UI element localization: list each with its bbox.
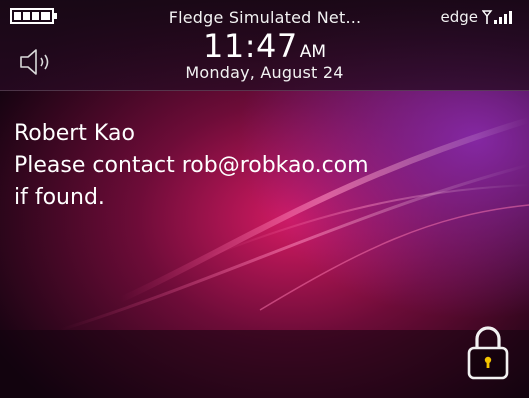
- battery-full-icon: [10, 8, 57, 24]
- lock-screen: Fledge Simulated Net... edge 11:47 AM Mon…: [0, 0, 529, 398]
- status-header: Fledge Simulated Net... edge 11:47 AM Mon…: [0, 0, 529, 91]
- network-indicator: edge: [441, 8, 516, 26]
- owner-message-line-1: Please contact rob@robkao.com: [14, 153, 369, 178]
- network-type: edge: [440, 8, 479, 26]
- owner-message-line-2: if found.: [14, 185, 105, 210]
- padlock-icon[interactable]: [466, 324, 510, 380]
- clock-ampm: AM: [299, 42, 326, 62]
- owner-name: Robert Kao: [14, 121, 135, 146]
- clock-date: Monday, August 24: [185, 63, 344, 82]
- carrier-name: Fledge Simulated Net...: [168, 8, 362, 27]
- owner-information: Robert Kao Please contact rob@robkao.com…: [14, 118, 474, 214]
- signal-strength-icon: [482, 10, 512, 24]
- clock-time: 11:47: [202, 27, 298, 65]
